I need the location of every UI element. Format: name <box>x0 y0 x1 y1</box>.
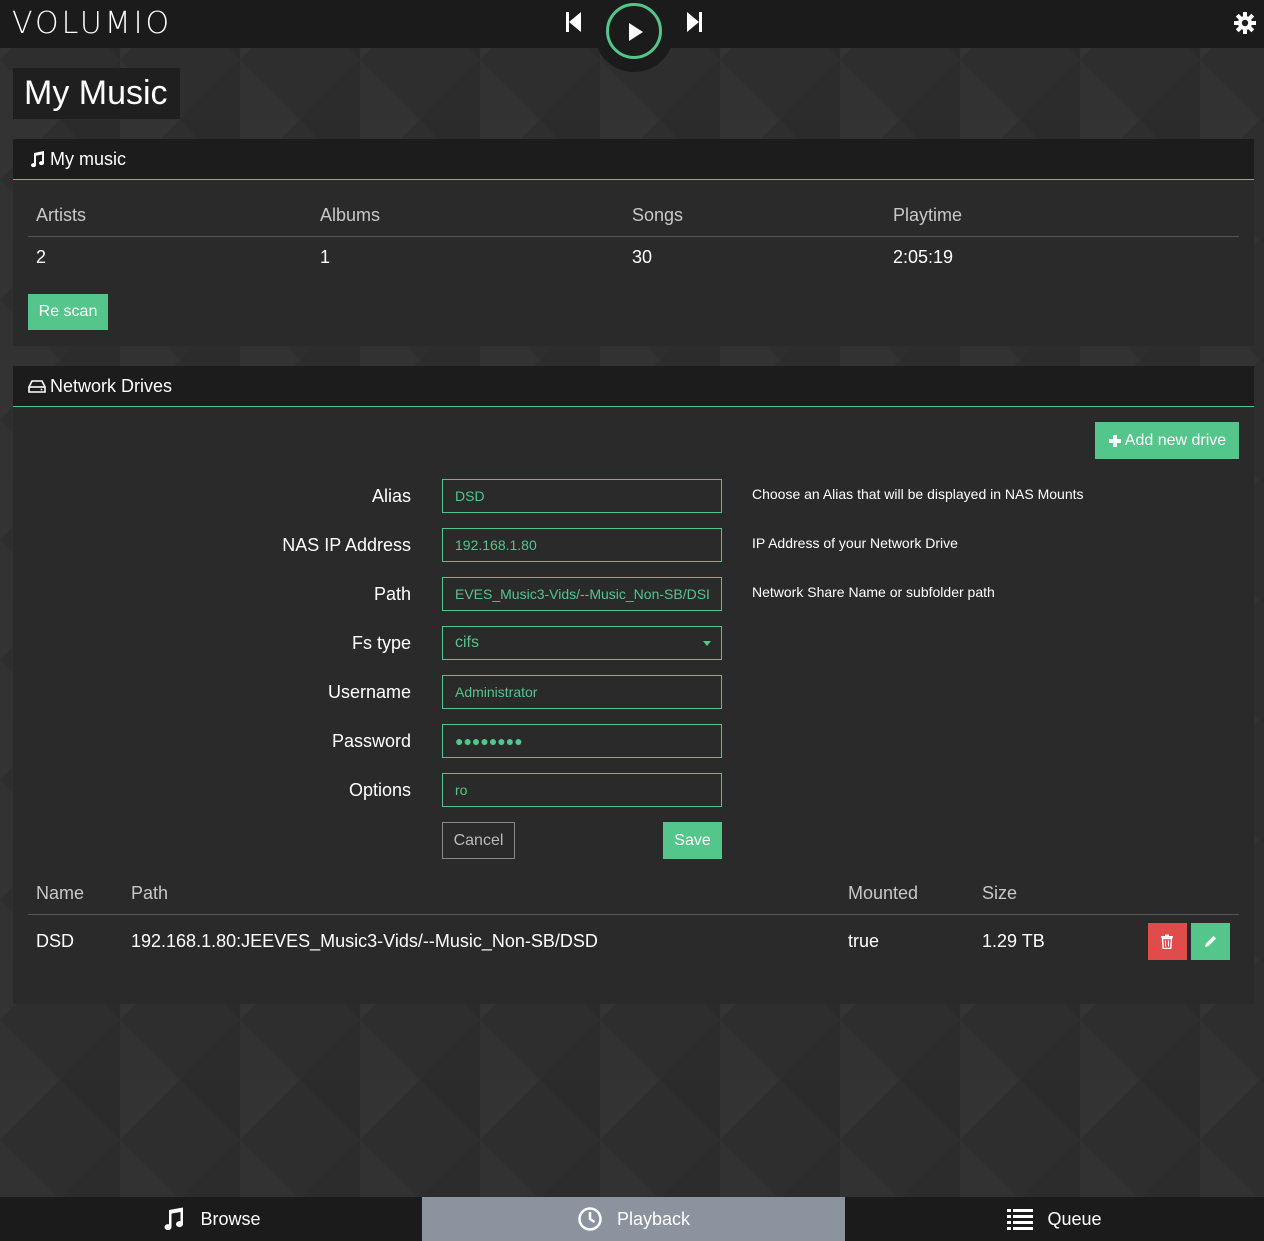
fs-type-value: cifs <box>455 634 479 651</box>
options-input[interactable]: ro <box>442 773 722 807</box>
page-title: My Music <box>13 68 180 119</box>
tab-browse-label: Browse <box>200 1208 261 1229</box>
play-button[interactable] <box>606 3 662 59</box>
name-header: Name <box>36 883 85 903</box>
path-header: Path <box>131 883 169 903</box>
settings-button[interactable] <box>1232 10 1258 36</box>
albums-count: 1 <box>320 247 331 267</box>
username-input[interactable]: Administrator <box>442 675 722 709</box>
size-header: Size <box>982 883 1018 903</box>
network-drives-table: Name Path Mounted Size DSD 192.168.1.80:… <box>28 873 1239 967</box>
playtime-value: 2:05:19 <box>893 247 954 267</box>
table-row: DSD 192.168.1.80:JEEVES_Music3-Vids/--Mu… <box>28 915 1239 967</box>
hdd-icon <box>28 380 46 393</box>
cancel-button[interactable]: Cancel <box>442 822 515 859</box>
library-stats-table: Artists Albums Songs Playtime 2 1 30 2:0… <box>28 195 1239 279</box>
artists-header: Artists <box>36 205 87 225</box>
nas-ip-label: NAS IP Address <box>282 535 411 555</box>
drive-path: 192.168.1.80:JEEVES_Music3-Vids/--Music_… <box>131 931 598 951</box>
fs-type-label: Fs type <box>351 633 411 653</box>
save-button[interactable]: Save <box>663 822 722 859</box>
top-bar: VOLUMIO <box>0 0 1264 72</box>
edit-drive-button[interactable] <box>1191 923 1230 960</box>
network-drives-title: Network Drives <box>50 375 173 396</box>
skip-back-icon <box>566 12 581 32</box>
network-drives-header: Network Drives <box>13 366 1254 407</box>
add-new-drive-label: Add new drive <box>1124 431 1227 449</box>
tab-queue[interactable]: Queue <box>845 1197 1264 1241</box>
stats-header-row: Artists Albums Songs Playtime <box>28 195 1239 237</box>
list-icon <box>1007 1209 1034 1230</box>
artists-count: 2 <box>36 247 47 267</box>
songs-count: 30 <box>632 247 653 267</box>
music-note-icon <box>164 1207 184 1231</box>
password-label: Password <box>331 731 411 751</box>
path-help: Network Share Name or subfolder path <box>752 584 995 600</box>
tab-queue-label: Queue <box>1047 1208 1102 1229</box>
my-music-header: My music <box>13 139 1254 180</box>
my-music-title: My music <box>50 148 126 169</box>
network-drives-panel: Network Drives Add new drive Alias DSD C… <box>13 366 1254 1004</box>
options-label: Options <box>348 780 411 800</box>
previous-track-button[interactable] <box>563 10 585 34</box>
tab-playback[interactable]: Playback <box>422 1197 845 1241</box>
rescan-button[interactable]: Re scan <box>28 294 108 330</box>
delete-drive-button[interactable] <box>1148 923 1187 960</box>
nas-ip-input[interactable]: 192.168.1.80 <box>442 528 722 562</box>
password-input[interactable]: ●●●●●●●● <box>442 724 722 758</box>
path-input[interactable]: EVES_Music3-Vids/--Music_Non-SB/DSI <box>442 577 722 611</box>
path-label: Path <box>373 584 411 604</box>
tab-browse[interactable]: Browse <box>0 1197 421 1241</box>
stats-value-row: 2 1 30 2:05:19 <box>28 237 1239 279</box>
drive-size: 1.29 TB <box>982 931 1045 951</box>
drives-header-row: Name Path Mounted Size <box>28 873 1239 915</box>
trash-icon <box>1161 934 1173 949</box>
alias-input[interactable]: DSD <box>442 479 722 513</box>
chevron-down-icon <box>703 641 711 646</box>
drive-name: DSD <box>36 931 75 951</box>
mounted-header: Mounted <box>848 883 919 903</box>
playtime-header: Playtime <box>893 205 963 225</box>
play-button-housing <box>594 0 674 72</box>
alias-label: Alias <box>371 486 411 506</box>
pencil-icon <box>1205 936 1216 947</box>
clock-icon <box>578 1207 602 1231</box>
nas-ip-help: IP Address of your Network Drive <box>752 535 958 551</box>
songs-header: Songs <box>632 205 684 225</box>
username-label: Username <box>327 682 411 702</box>
volumio-logo: VOLUMIO <box>12 6 173 41</box>
skip-forward-icon <box>687 12 702 32</box>
gear-icon <box>1234 12 1256 34</box>
bottom-nav: Browse Playback Queue <box>0 1197 1264 1241</box>
add-new-drive-button[interactable]: Add new drive <box>1095 422 1239 459</box>
music-note-icon <box>31 151 45 168</box>
my-music-panel: My music Artists Albums Songs Playtime 2… <box>13 139 1254 346</box>
fs-type-select[interactable]: cifs <box>442 626 722 660</box>
albums-header: Albums <box>320 205 381 225</box>
next-track-button[interactable] <box>683 10 705 34</box>
tab-playback-label: Playback <box>616 1208 691 1229</box>
play-icon <box>629 23 643 41</box>
drive-mounted: true <box>848 931 880 951</box>
alias-help: Choose an Alias that will be displayed i… <box>752 486 1084 502</box>
plus-icon <box>1108 434 1121 447</box>
